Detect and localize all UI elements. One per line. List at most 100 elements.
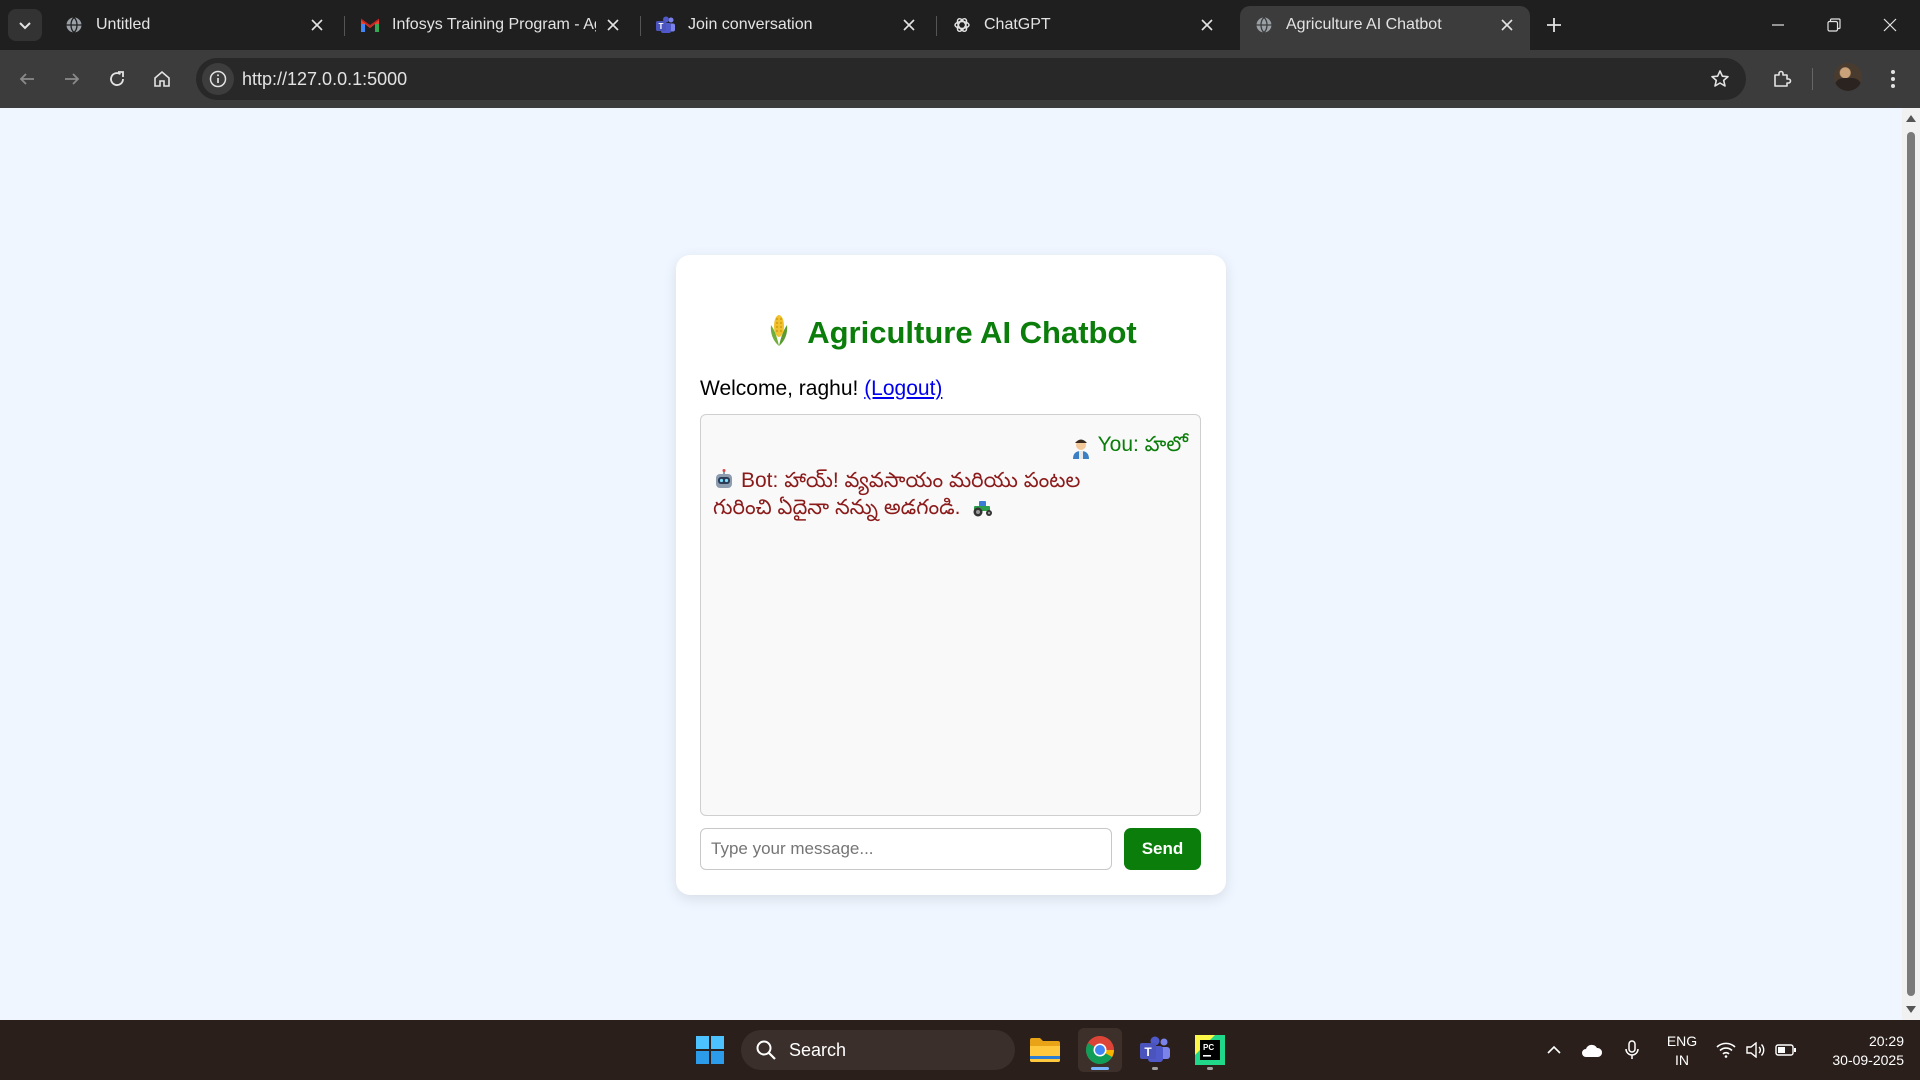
svg-text:T: T (1144, 1045, 1152, 1059)
chevron-up-icon (1547, 1045, 1561, 1054)
close-icon[interactable] (602, 14, 624, 36)
tab-title: Join conversation (688, 16, 813, 33)
restore-button[interactable] (1806, 0, 1862, 50)
more-vert-icon (1891, 70, 1895, 88)
chevron-down-icon (19, 22, 31, 30)
menu-button[interactable] (1877, 63, 1909, 95)
plus-icon (1547, 18, 1561, 32)
teams-taskbar-button[interactable]: T (1133, 1028, 1177, 1072)
close-icon[interactable] (1496, 14, 1518, 36)
pycharm-taskbar-button[interactable]: PC (1188, 1028, 1232, 1072)
user-message: You: హలో (1070, 433, 1188, 462)
message-input-row: Send (700, 828, 1201, 872)
start-button[interactable] (688, 1028, 732, 1072)
profile-avatar[interactable] (1834, 63, 1862, 91)
farmer-icon (1072, 439, 1089, 459)
chatgpt-icon (952, 15, 972, 35)
url-text: http://127.0.0.1:5000 (242, 69, 408, 89)
tab-separator (936, 16, 937, 36)
clock-time: 20:29 (1868, 1033, 1904, 1049)
logout-link[interactable]: (Logout) (864, 377, 942, 400)
close-window-button[interactable] (1862, 0, 1918, 50)
forward-button[interactable] (56, 63, 88, 95)
search-icon (756, 1040, 776, 1060)
tab-title: Infosys Training Program - Agro (392, 16, 596, 33)
user-message-text: You: హలో (1097, 433, 1188, 456)
battery-icon (1775, 1044, 1796, 1056)
open-app-indicator (1207, 1067, 1213, 1070)
restore-icon (1827, 18, 1841, 32)
pycharm-icon: PC (1195, 1035, 1225, 1065)
chat-card: Agriculture AI Chatbot Welcome, raghu! (… (676, 255, 1226, 895)
battery-button[interactable] (1774, 1038, 1798, 1062)
show-hidden-icons-button[interactable] (1542, 1038, 1566, 1062)
home-icon (154, 70, 170, 87)
microphone-button[interactable] (1620, 1038, 1644, 1062)
tab-agriculture-chatbot[interactable]: Agriculture AI Chatbot (1240, 6, 1530, 50)
tab-chatgpt[interactable]: ChatGPT (938, 6, 1230, 44)
tab-separator (640, 16, 641, 36)
tab-untitled[interactable]: Untitled (50, 6, 340, 44)
close-icon[interactable] (306, 14, 328, 36)
chat-history[interactable]: You: హలో Bot: హాయ్! వ్యవసాయం మరియు పంటల … (700, 414, 1201, 816)
close-icon[interactable] (1196, 14, 1218, 36)
tab-separator (344, 16, 345, 36)
system-clock[interactable]: 20:29 30-09-2025 (1808, 1032, 1904, 1070)
new-tab-button[interactable] (1540, 11, 1568, 39)
clock-date: 30-09-2025 (1832, 1052, 1904, 1068)
message-input[interactable] (700, 828, 1112, 870)
chrome-taskbar-button[interactable] (1078, 1028, 1122, 1072)
home-button[interactable] (146, 63, 178, 95)
windows-start-icon (696, 1036, 724, 1064)
file-explorer-button[interactable] (1023, 1028, 1067, 1072)
chrome-icon (1086, 1036, 1114, 1064)
reload-button[interactable] (101, 63, 133, 95)
gmail-icon (360, 15, 380, 35)
puzzle-icon (1774, 70, 1792, 87)
input-language-indicator[interactable]: ENG IN (1662, 1032, 1702, 1070)
open-app-indicator (1152, 1067, 1158, 1070)
tab-strip: Untitled Infosys Training Program - Agro… (0, 0, 1920, 50)
folder-icon (1030, 1038, 1060, 1062)
site-info-button[interactable] (202, 63, 234, 95)
toolbar-divider (1812, 68, 1813, 90)
globe-icon (64, 15, 84, 35)
scroll-down-arrow-icon[interactable] (1906, 1006, 1916, 1013)
cloud-icon (1582, 1044, 1603, 1057)
send-button[interactable]: Send (1124, 828, 1201, 870)
arrow-left-icon (19, 73, 34, 85)
scroll-up-arrow-icon[interactable] (1906, 115, 1916, 122)
welcome-text: Welcome, raghu! (700, 377, 865, 400)
page-viewport: Agriculture AI Chatbot Welcome, raghu! (… (0, 108, 1902, 1020)
minimize-button[interactable] (1750, 0, 1806, 50)
address-bar[interactable]: http://127.0.0.1:5000 (196, 58, 1746, 100)
page-title-text: Agriculture AI Chatbot (807, 315, 1137, 350)
tab-gmail[interactable]: Infosys Training Program - Agro (346, 6, 636, 44)
scrollbar-thumb[interactable] (1907, 132, 1915, 996)
arrow-right-icon (65, 73, 80, 85)
bookmark-button[interactable] (1708, 67, 1732, 91)
back-button[interactable] (11, 63, 43, 95)
volume-button[interactable] (1744, 1038, 1768, 1062)
active-app-indicator (1091, 1067, 1109, 1070)
taskbar-search-label: Search (789, 1039, 847, 1060)
star-icon (1711, 70, 1729, 87)
onedrive-button[interactable] (1580, 1038, 1604, 1062)
page-scrollbar[interactable] (1902, 108, 1920, 1020)
tab-title: ChatGPT (984, 16, 1051, 33)
page-title: Agriculture AI Chatbot (676, 313, 1226, 351)
robot-icon (716, 469, 732, 488)
globe-icon (1254, 15, 1274, 35)
extensions-button[interactable] (1766, 63, 1798, 95)
language-line-2: IN (1675, 1052, 1689, 1068)
tractor-icon (973, 501, 993, 517)
wifi-button[interactable] (1714, 1038, 1738, 1062)
tab-search-button[interactable] (8, 9, 42, 41)
svg-text:PC: PC (1203, 1043, 1214, 1052)
bot-message-text: Bot: హాయ్! వ్యవసాయం మరియు పంటల గురించి ఏ… (713, 469, 1081, 519)
taskbar-search[interactable]: Search (741, 1030, 1015, 1070)
wifi-icon (1716, 1042, 1736, 1058)
reload-icon (110, 71, 124, 86)
close-icon[interactable] (898, 14, 920, 36)
tab-teams[interactable]: T Join conversation (642, 6, 932, 44)
